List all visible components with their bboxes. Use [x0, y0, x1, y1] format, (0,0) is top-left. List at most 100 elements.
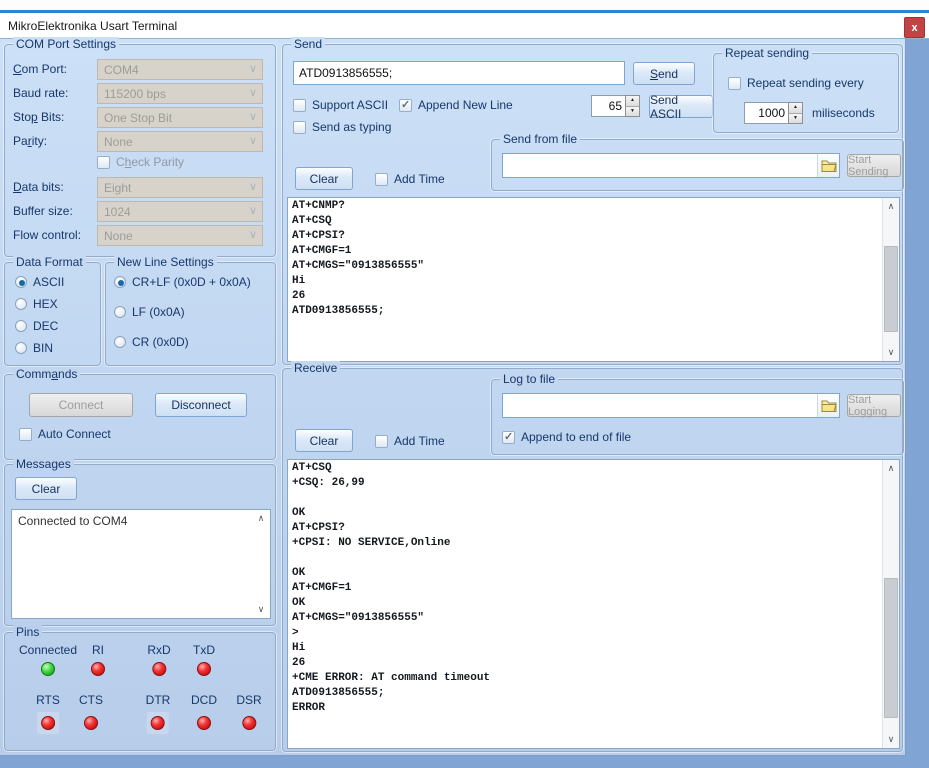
- spin-down-icon[interactable]: ▼: [789, 113, 802, 124]
- send-ascii-button[interactable]: Send ASCII: [649, 95, 713, 118]
- append-new-line-checkbox[interactable]: Append New Line: [399, 98, 513, 112]
- auto-connect-checkbox[interactable]: Auto Connect: [19, 427, 111, 441]
- close-button[interactable]: x: [904, 17, 925, 38]
- receive-log-scrollbar[interactable]: ∧ ∨: [882, 460, 899, 748]
- browse-file-button[interactable]: [817, 394, 839, 417]
- receive-title: Receive: [291, 361, 340, 375]
- scroll-down-icon[interactable]: ∨: [883, 345, 899, 360]
- new-line-settings-title: New Line Settings: [114, 255, 217, 269]
- receive-log-textarea[interactable]: AT+CSQ +CSQ: 26,99 OK AT+CPSI? +CPSI: NO…: [287, 459, 900, 749]
- folder-icon: [821, 399, 837, 412]
- send-button[interactable]: Send: [633, 62, 695, 85]
- parity-combo[interactable]: None∨: [97, 131, 263, 152]
- com-port-settings-group: COM Port Settings Com Port: COM4∨ Baud r…: [4, 44, 276, 257]
- receive-add-time-checkbox[interactable]: Add Time: [375, 434, 445, 448]
- send-log-textarea[interactable]: AT+CNMP? AT+CSQ AT+CPSI? AT+CMGF=1 AT+CM…: [287, 197, 900, 362]
- receive-clear-button[interactable]: Clear: [295, 429, 353, 452]
- scrollbar-thumb[interactable]: [884, 246, 898, 332]
- scrollbar-thumb[interactable]: [884, 578, 898, 718]
- scroll-up-icon[interactable]: ∧: [883, 199, 899, 214]
- send-title: Send: [291, 37, 325, 51]
- spin-up-icon[interactable]: ▲: [789, 103, 802, 113]
- send-clear-button[interactable]: Clear: [295, 167, 353, 190]
- ascii-code-spinner[interactable]: 65 ▲▼: [591, 95, 640, 117]
- checkbox-box: [293, 121, 306, 134]
- append-to-end-checkbox[interactable]: Append to end of file: [502, 430, 631, 444]
- log-to-file-group: Log to file Start Logging Append to end …: [491, 379, 904, 455]
- chevron-down-icon: ∨: [249, 204, 257, 217]
- window-title: MikroElektronika Usart Terminal: [8, 19, 177, 33]
- com-port-label: Com Port:: [13, 62, 67, 76]
- pin-dtr[interactable]: DTR: [146, 693, 171, 734]
- check-parity-checkbox[interactable]: Check Parity: [97, 155, 184, 169]
- repeat-interval-value: 1000: [744, 102, 788, 124]
- scroll-up-icon[interactable]: ∧: [253, 511, 269, 526]
- top-strip: [0, 0, 929, 10]
- radio-crlf[interactable]: CR+LF (0x0D + 0x0A): [114, 275, 251, 289]
- flow-control-label: Flow control:: [13, 228, 81, 242]
- send-add-time-checkbox[interactable]: Add Time: [375, 172, 445, 186]
- led-red-icon: [242, 716, 256, 730]
- chevron-down-icon: ∨: [249, 134, 257, 147]
- support-ascii-checkbox[interactable]: Support ASCII: [293, 98, 388, 112]
- repeat-sending-checkbox[interactable]: Repeat sending every: [728, 76, 864, 90]
- checkbox-box: [399, 99, 412, 112]
- baud-rate-label: Baud rate:: [13, 86, 68, 100]
- messages-textarea[interactable]: Connected to COM4 ∧ ∨: [11, 509, 271, 619]
- pin-txd: TxD: [193, 643, 215, 676]
- data-format-title: Data Format: [13, 255, 86, 269]
- checkbox-box: [502, 431, 515, 444]
- dtr-toggle-button[interactable]: [147, 712, 169, 734]
- radio-dot: [15, 342, 27, 354]
- browse-file-button[interactable]: [817, 154, 839, 177]
- send-log-scrollbar[interactable]: ∧ ∨: [882, 198, 899, 361]
- radio-dec[interactable]: DEC: [15, 319, 58, 333]
- messages-title: Messages: [13, 457, 74, 471]
- radio-dot: [114, 336, 126, 348]
- send-log-text: AT+CNMP? AT+CSQ AT+CPSI? AT+CMGF=1 AT+CM…: [288, 198, 899, 320]
- rts-toggle-button[interactable]: [37, 712, 59, 734]
- checkbox-box: [375, 173, 388, 186]
- scroll-down-icon[interactable]: ∨: [883, 732, 899, 747]
- repeat-interval-spinner[interactable]: 1000 ▲▼: [744, 102, 803, 124]
- pins-group: Pins Connected RI RxD TxD RTS CTS DTR DC…: [4, 632, 276, 751]
- new-line-settings-group: New Line Settings CR+LF (0x0D + 0x0A) LF…: [105, 262, 276, 366]
- messages-group: Messages Clear Connected to COM4 ∧ ∨: [4, 464, 276, 626]
- scroll-up-icon[interactable]: ∧: [883, 461, 899, 476]
- spin-down-icon[interactable]: ▼: [626, 106, 639, 117]
- chevron-down-icon: ∨: [249, 110, 257, 123]
- com-port-combo[interactable]: COM4∨: [97, 59, 263, 80]
- radio-lf[interactable]: LF (0x0A): [114, 305, 185, 319]
- send-from-file-title: Send from file: [500, 132, 580, 146]
- messages-scrollbar[interactable]: ∧ ∨: [253, 510, 270, 618]
- send-as-typing-checkbox[interactable]: Send as typing: [293, 120, 391, 134]
- send-file-path-input[interactable]: [503, 154, 817, 177]
- data-format-group: Data Format ASCII HEX DEC BIN: [4, 262, 101, 366]
- flow-control-combo[interactable]: None∨: [97, 225, 263, 246]
- titlebar[interactable]: MikroElektronika Usart Terminal x: [0, 13, 929, 39]
- radio-bin[interactable]: BIN: [15, 341, 53, 355]
- spin-up-icon[interactable]: ▲: [626, 96, 639, 106]
- scroll-down-icon[interactable]: ∨: [253, 602, 269, 617]
- radio-cr[interactable]: CR (0x0D): [114, 335, 189, 349]
- radio-ascii[interactable]: ASCII: [15, 275, 64, 289]
- repeat-sending-group: Repeat sending Repeat sending every 1000…: [713, 53, 899, 133]
- stop-bits-combo[interactable]: One Stop Bit∨: [97, 107, 263, 128]
- baud-rate-combo[interactable]: 115200 bps∨: [97, 83, 263, 104]
- messages-clear-button[interactable]: Clear: [15, 477, 77, 500]
- connect-button[interactable]: Connect: [29, 393, 133, 417]
- led-red-icon: [197, 662, 211, 676]
- receive-log-text: AT+CSQ +CSQ: 26,99 OK AT+CPSI? +CPSI: NO…: [288, 460, 899, 717]
- buffer-size-combo[interactable]: 1024∨: [97, 201, 263, 222]
- led-red-icon: [91, 662, 105, 676]
- disconnect-button[interactable]: Disconnect: [155, 393, 247, 417]
- radio-hex[interactable]: HEX: [15, 297, 58, 311]
- send-input[interactable]: [293, 61, 625, 85]
- start-sending-button[interactable]: Start Sending: [847, 154, 901, 177]
- pin-rxd: RxD: [147, 643, 170, 676]
- data-bits-combo[interactable]: Eight∨: [97, 177, 263, 198]
- start-logging-button[interactable]: Start Logging: [847, 394, 901, 417]
- pin-ri: RI: [91, 643, 105, 676]
- log-file-path-input[interactable]: [503, 394, 817, 417]
- pin-rts[interactable]: RTS: [36, 693, 60, 734]
